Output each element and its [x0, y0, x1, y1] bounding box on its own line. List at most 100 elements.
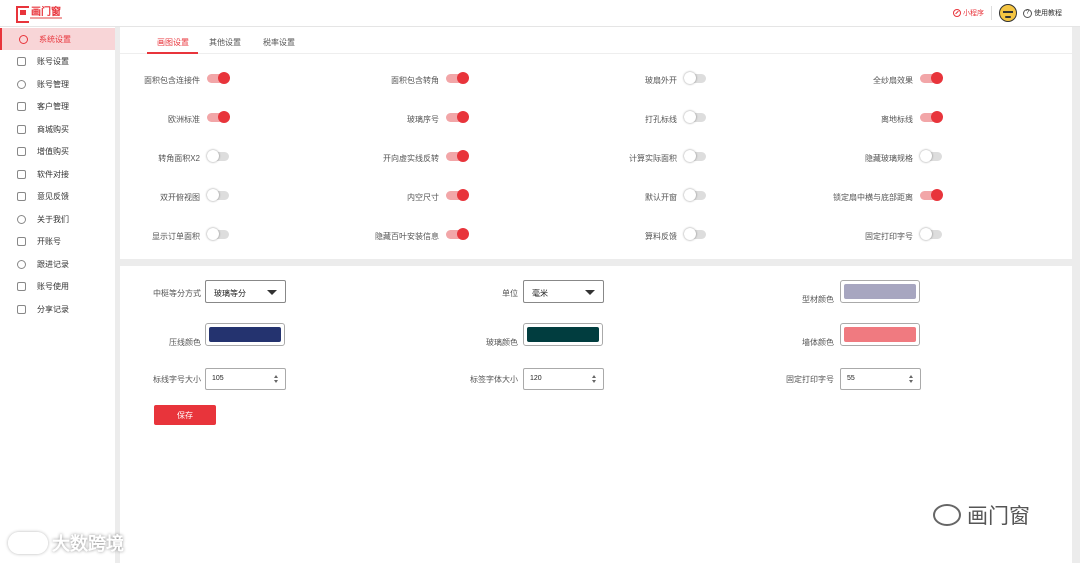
sidebar-item-label: 系统设置	[39, 34, 71, 44]
building-icon	[17, 101, 26, 111]
toggle-label: 隐藏玻璃规格	[865, 154, 913, 163]
sidebar-item-customer-management[interactable]: 客户管理	[0, 95, 115, 117]
mullion-split-select[interactable]: 玻璃等分	[205, 280, 286, 303]
toggle-ground-mark-line[interactable]	[920, 111, 943, 123]
toggle-actual-area[interactable]	[684, 150, 706, 162]
chevron-down-icon	[585, 290, 595, 295]
stepper-icon[interactable]	[909, 375, 914, 384]
wechat-icon	[933, 504, 961, 526]
toggle-show-order-area[interactable]	[207, 228, 229, 240]
unit-label: 单位	[502, 289, 518, 298]
shopping-bag-icon	[17, 124, 26, 134]
toggle-material-feedback[interactable]	[684, 228, 706, 240]
help-link[interactable]: ? 使用教程	[1023, 8, 1062, 18]
wall-color-picker[interactable]	[840, 323, 920, 346]
logo-underline	[30, 17, 62, 19]
sidebar-item-account-usage[interactable]: 账号使用	[0, 275, 115, 297]
toggle-lock-sash-bottom-distance[interactable]	[920, 189, 943, 201]
toggle-inner-size[interactable]	[446, 189, 469, 201]
wall-color-label: 墙体颜色	[802, 338, 834, 347]
avatar[interactable]	[999, 4, 1017, 22]
toggle-hide-louver-install[interactable]	[446, 228, 469, 240]
sidebar-item-label: 账号设置	[37, 56, 69, 66]
print-font-size-input[interactable]: 55	[840, 368, 921, 390]
unit-select[interactable]: 毫米	[523, 280, 604, 303]
print-font-size-value: 55	[847, 375, 855, 382]
link-icon	[17, 169, 26, 179]
toggle-full-screen-sash[interactable]	[920, 72, 943, 84]
toggle-default-open-window[interactable]	[684, 189, 706, 201]
unit-value: 毫米	[532, 289, 548, 298]
toggle-label: 面积包含转角	[391, 76, 439, 85]
active-tab-indicator	[147, 52, 198, 54]
tab-tax-settings[interactable]: 税率设置	[263, 37, 295, 48]
toggle-label: 开向虚实线反转	[383, 154, 439, 163]
bead-color-picker[interactable]	[205, 323, 285, 346]
help-label: 使用教程	[1034, 10, 1062, 17]
tag-font-size-input[interactable]: 120	[523, 368, 604, 390]
toggle-hide-glass-spec[interactable]	[920, 150, 942, 162]
toggle-fixed-print-font[interactable]	[920, 228, 942, 240]
save-button[interactable]: 保存	[154, 405, 216, 425]
tab-drawing-settings[interactable]: 画图设置	[157, 37, 189, 48]
toggle-label: 内空尺寸	[407, 193, 439, 202]
tab-other-settings[interactable]: 其他设置	[209, 37, 241, 48]
glass-color-picker[interactable]	[523, 323, 603, 346]
top-bar: 画门窗 小程序 ? 使用教程	[0, 0, 1080, 27]
sidebar-item-label: 分享记录	[37, 304, 69, 314]
mark-font-size-label: 标线字号大小	[153, 375, 201, 384]
sidebar-item-label: 商城购买	[37, 124, 69, 134]
toggle-area-include-connector[interactable]	[207, 72, 230, 84]
toggle-glass-number[interactable]	[446, 111, 469, 123]
toggle-label: 玻扇外开	[645, 76, 677, 85]
toggle-corner-area-x2[interactable]	[207, 150, 229, 162]
info-icon	[17, 214, 26, 224]
sidebar-item-feedback[interactable]: 意见反馈	[0, 185, 115, 207]
sidebar-item-follow-up[interactable]: 跟进记录	[0, 253, 115, 275]
sidebar-item-label: 软件对接	[37, 169, 69, 179]
wall-color-fill	[844, 327, 916, 342]
drawing-settings-panel: 画图设置 其他设置 税率设置 面积包含连接件 面积包含转角 玻扇外开 全纱扇效果…	[120, 27, 1072, 259]
toggle-label: 锁定扇中横与底部距离	[833, 193, 913, 202]
sidebar-item-system-settings[interactable]: 系统设置	[0, 28, 115, 50]
print-font-size-label: 固定打印字号	[786, 375, 834, 384]
grid-icon	[17, 281, 26, 291]
profile-color-picker[interactable]	[840, 280, 920, 303]
sidebar: 系统设置 账号设置 账号管理 客户管理 商城购买 增值购买 软件对接 意见反馈 …	[0, 27, 115, 563]
sidebar-item-account-settings[interactable]: 账号设置	[0, 50, 115, 72]
toggle-label: 转角面积X2	[158, 154, 200, 163]
sidebar-item-about-us[interactable]: 关于我们	[0, 208, 115, 230]
sidebar-item-account-management[interactable]: 账号管理	[0, 73, 115, 95]
toggle-reverse-opening-lines[interactable]	[446, 150, 469, 162]
stepper-icon[interactable]	[274, 375, 279, 384]
toggle-glass-sash-outward[interactable]	[684, 72, 706, 84]
sidebar-item-share-records[interactable]: 分享记录	[0, 298, 115, 320]
sidebar-item-addon-purchase[interactable]: 增值购买	[0, 140, 115, 162]
mark-font-size-input[interactable]: 105	[205, 368, 286, 390]
toggle-area-include-corner[interactable]	[446, 72, 469, 84]
sidebar-item-mall-purchase[interactable]: 商城购买	[0, 118, 115, 140]
watermark-logo-icon	[8, 532, 48, 554]
glass-color-fill	[527, 327, 599, 342]
mini-program-label: 小程序	[963, 10, 984, 17]
sidebar-item-software-integration[interactable]: 软件对接	[0, 163, 115, 185]
mini-program-link[interactable]: 小程序	[953, 8, 984, 18]
toggle-label: 双开俯视图	[160, 193, 200, 202]
toggle-drill-mark-line[interactable]	[684, 111, 706, 123]
sidebar-item-open-account[interactable]: 开账号	[0, 230, 115, 252]
drawing-style-panel: 中梃等分方式 玻璃等分 单位 毫米 型材颜色 压线颜色 玻璃颜色 墙体颜色 标线…	[120, 266, 1072, 563]
glass-color-label: 玻璃颜色	[486, 338, 518, 347]
mini-program-icon	[953, 9, 961, 17]
stepper-icon[interactable]	[592, 375, 597, 384]
logo-icon	[16, 5, 30, 23]
user-icon	[17, 79, 26, 89]
toggle-label: 面积包含连接件	[144, 76, 200, 85]
toggle-double-top-view[interactable]	[207, 189, 229, 201]
app-logo[interactable]: 画门窗	[16, 5, 62, 23]
toggle-label: 显示订单面积	[152, 232, 200, 241]
toggle-label: 隐藏百叶安装信息	[375, 232, 439, 241]
cube-icon	[17, 146, 26, 156]
toggle-label: 玻璃序号	[407, 115, 439, 124]
toggle-european-standard[interactable]	[207, 111, 230, 123]
mark-font-size-value: 105	[212, 375, 224, 382]
